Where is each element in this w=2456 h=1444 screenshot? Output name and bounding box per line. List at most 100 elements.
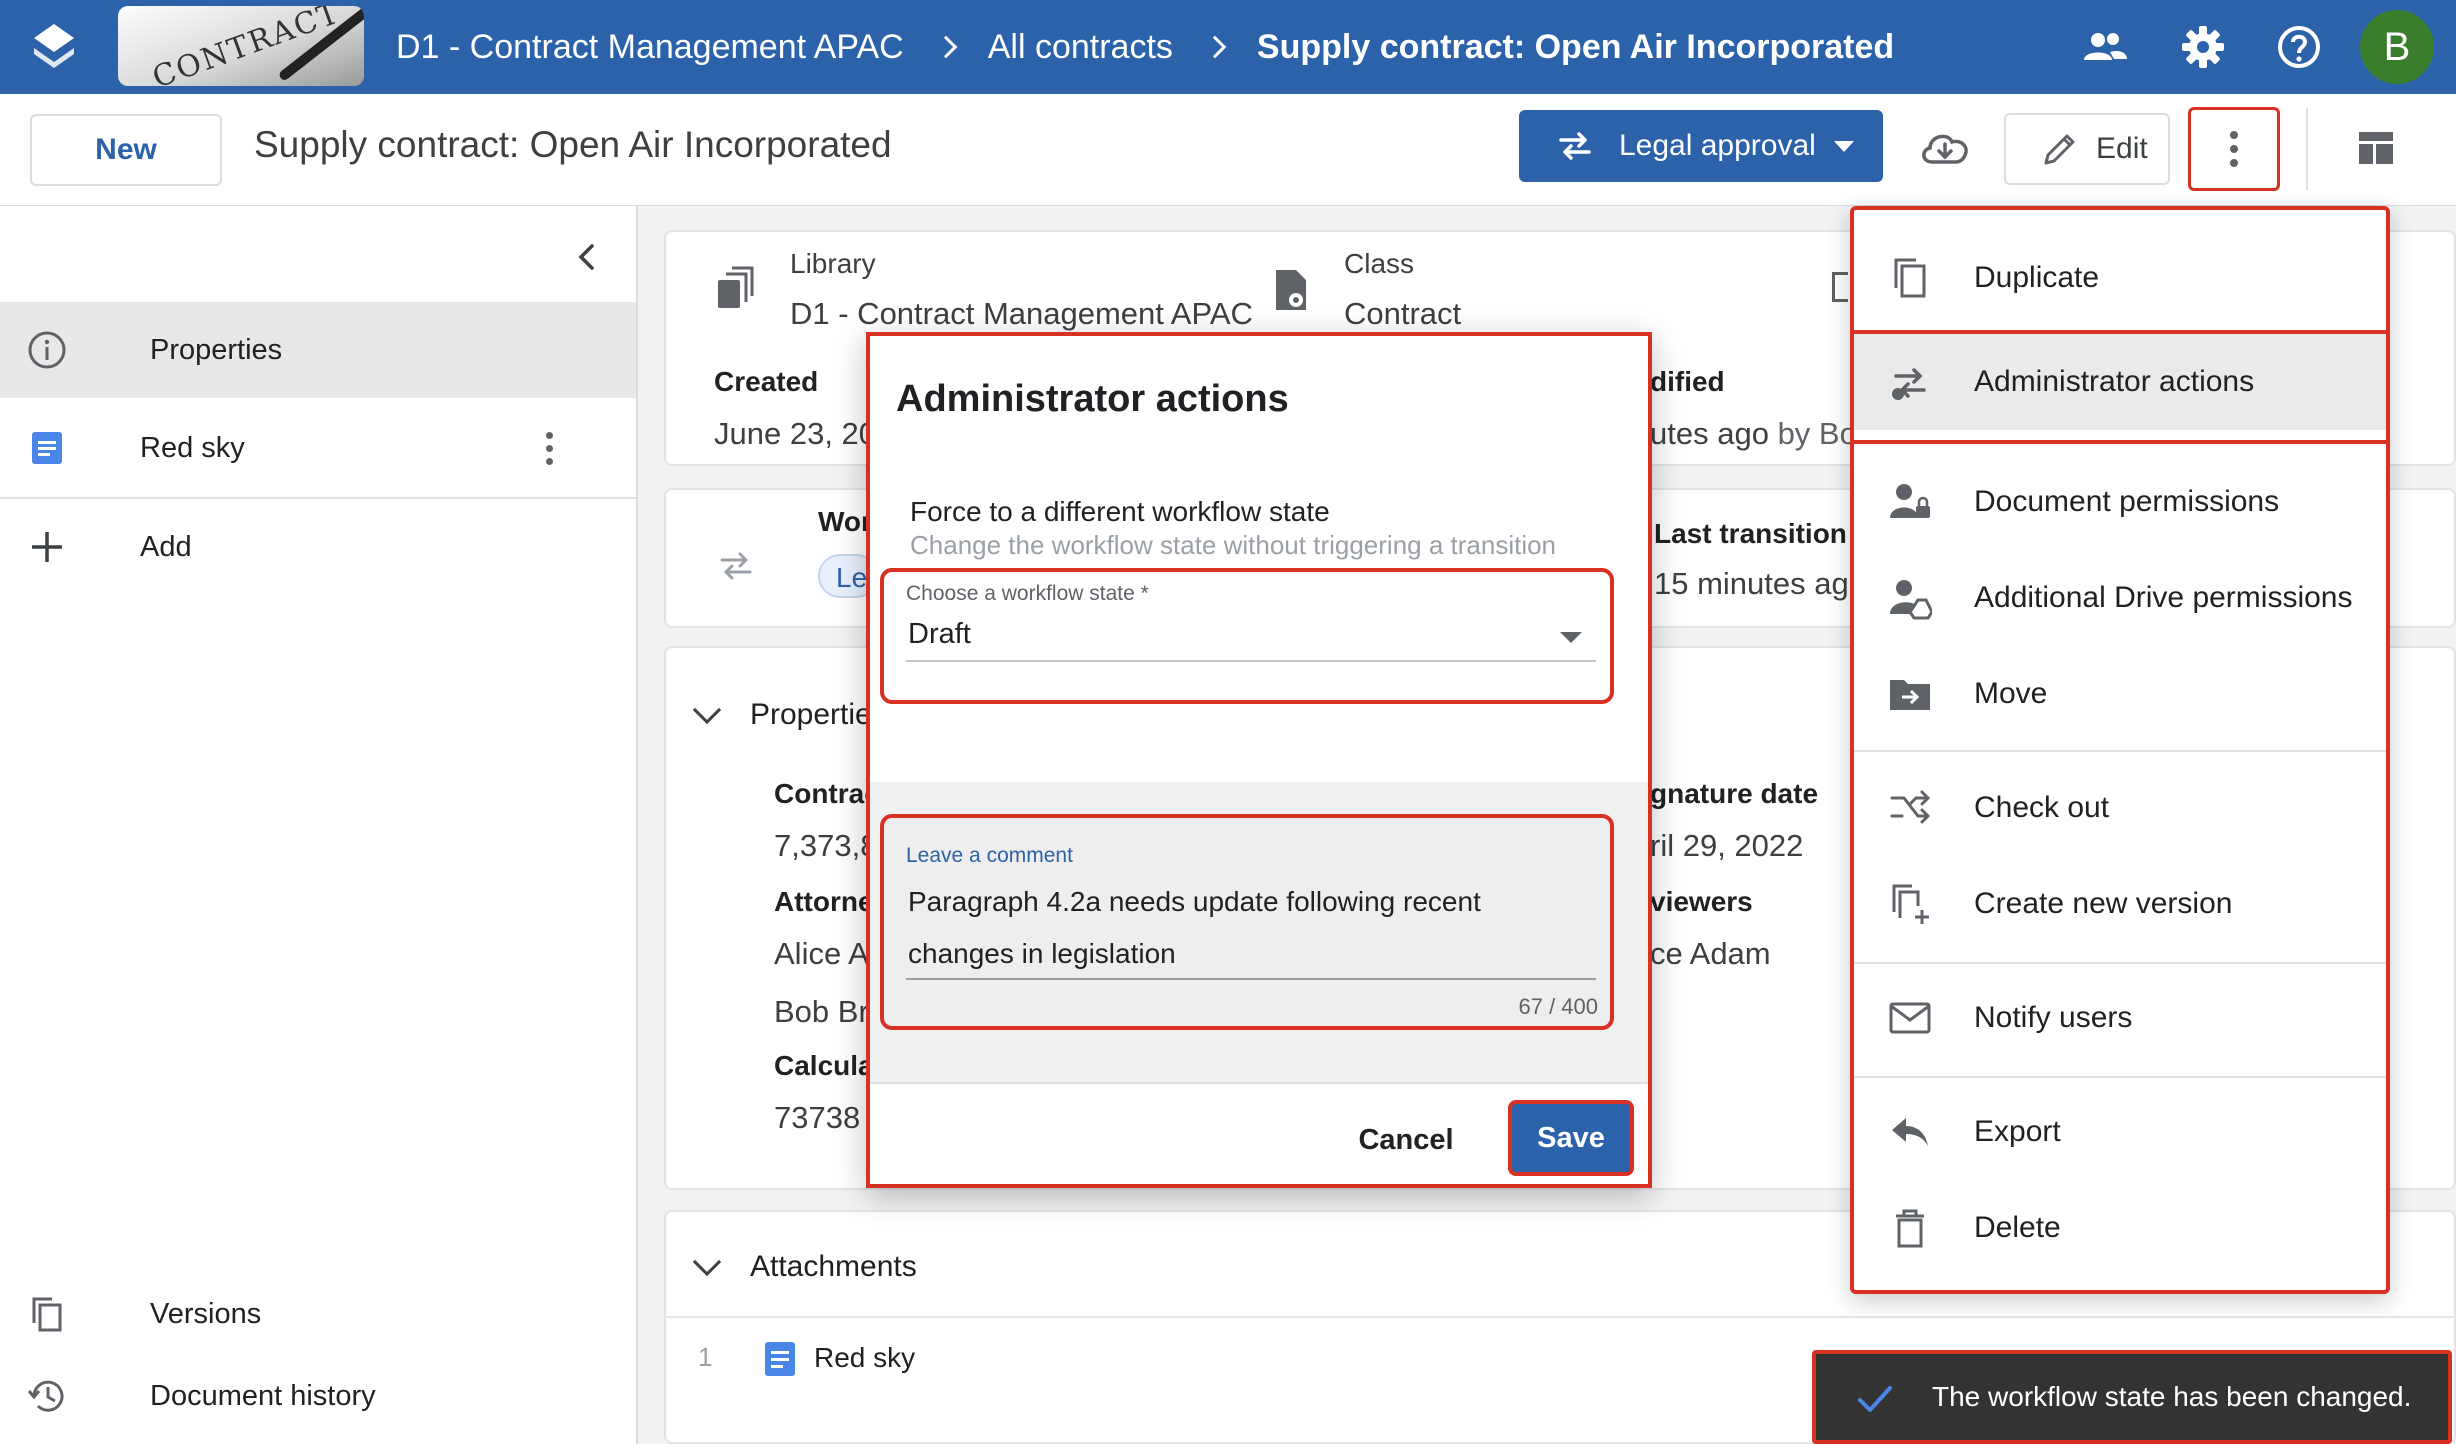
edit-button[interactable]: Edit [2004, 113, 2170, 185]
breadcrumb-current-document: Supply contract: Open Air Incorporated [1256, 27, 1895, 66]
menu-divider [1854, 1076, 2386, 1078]
breadcrumb-library[interactable]: D1 - Contract Management APAC [396, 28, 904, 67]
user-avatar[interactable]: B [2360, 10, 2434, 84]
versions-icon [32, 1297, 62, 1332]
plus-icon [32, 532, 62, 562]
people-icon[interactable] [2080, 22, 2130, 72]
modified-time: utes ago [1650, 416, 1769, 451]
comment-textarea[interactable]: Leave a comment Paragraph 4.2a needs upd… [880, 814, 1614, 1030]
history-icon [27, 1380, 64, 1412]
character-counter: 67 / 400 [1518, 994, 1598, 1019]
sidebar-item-document-history[interactable]: Document history [0, 1348, 636, 1444]
help-icon[interactable] [2274, 22, 2324, 72]
mail-icon [1889, 1002, 1931, 1034]
menu-item-check-out[interactable]: Check out [1854, 760, 2386, 856]
save-button[interactable]: Save [1508, 1100, 1634, 1176]
workflow-state-button[interactable]: Legal approval [1519, 110, 1883, 182]
pencil-icon [2044, 134, 2075, 165]
created-value: June 23, 20 [714, 416, 877, 451]
more-vert-icon[interactable] [546, 431, 553, 465]
menu-item-label: Notify users [1974, 1001, 2133, 1034]
trash-icon [1896, 1209, 1924, 1248]
menu-item-duplicate[interactable]: Duplicate [1854, 230, 2386, 326]
menu-item-move[interactable]: Move [1854, 646, 2386, 742]
collapse-sidebar-icon[interactable] [570, 240, 604, 274]
menu-item-label: Administrator actions [1974, 365, 2255, 398]
menu-item-create-new-version[interactable]: Create new version [1854, 856, 2386, 952]
sidebar-item-label: Versions [150, 1297, 262, 1330]
app-logo-icon[interactable] [30, 22, 78, 74]
menu-item-export[interactable]: Export [1854, 1084, 2386, 1180]
menu-item-label: Create new version [1974, 887, 2233, 920]
snackbar-message: The workflow state has been changed. [1932, 1381, 2412, 1412]
check-out-icon [1890, 790, 1931, 824]
document-permissions-icon [1890, 484, 1930, 518]
workflow-label: Wor [818, 506, 872, 537]
menu-item-administrator-actions[interactable]: Administrator actions [1854, 334, 2386, 430]
sidebar-item-red-sky[interactable]: Red sky [0, 400, 636, 496]
class-icon [1276, 270, 1306, 310]
settings-gear-icon[interactable] [2178, 22, 2228, 72]
check-icon [1858, 1386, 1892, 1412]
library-label: Library [790, 248, 876, 279]
admin-actions-icon [1892, 368, 1926, 400]
doc-icon [765, 1342, 795, 1376]
cancel-button[interactable]: Cancel [1336, 1108, 1476, 1172]
calculated-value: 73738 [774, 1100, 861, 1135]
contract-value: 7,373,8 [774, 828, 878, 863]
workflow-state-select[interactable]: Choose a workflow state * Draft [880, 568, 1614, 704]
menu-item-document-permissions[interactable]: Document permissions [1854, 454, 2386, 550]
snackbar-notification: The workflow state has been changed. [1812, 1350, 2452, 1444]
class-label: Class [1344, 248, 1415, 279]
document-thumbnail: CONTRACT [118, 6, 364, 86]
administrator-actions-dialog: Administrator actions Force to a differe… [866, 332, 1652, 1188]
sidebar-item-properties[interactable]: Properties [0, 302, 636, 398]
more-actions-menu: Duplicate Administrator actions Document… [1850, 206, 2390, 1294]
workflow-icon [720, 552, 752, 580]
menu-divider [1854, 750, 2386, 752]
library-value: D1 - Contract Management APAC [790, 296, 1253, 331]
attachment-index: 1 [698, 1342, 713, 1372]
signature-date-value: ril 29, 2022 [1650, 828, 1804, 863]
menu-item-label: Document permissions [1974, 485, 2280, 518]
properties-heading[interactable]: Propertie [750, 698, 872, 732]
workflow-state-label: Legal approval [1619, 129, 1816, 162]
menu-item-delete[interactable]: Delete [1854, 1180, 2386, 1276]
comment-text: Paragraph 4.2a needs update following re… [908, 886, 1481, 969]
dropdown-arrow-icon [1560, 632, 1582, 643]
new-button[interactable]: New [30, 114, 222, 186]
contract-value-label: Contrac [774, 778, 880, 809]
sidebar-item-label: Properties [150, 333, 283, 366]
attachments-heading[interactable]: Attachments [750, 1250, 917, 1284]
layout-panel-icon[interactable] [2356, 128, 2396, 168]
new-version-icon [1892, 884, 1929, 924]
modified-value: utes ago by Bob [1650, 416, 1874, 452]
chevron-right-icon [934, 35, 958, 59]
last-transition-label: Last transition [1654, 518, 1847, 549]
dialog-divider [870, 1082, 1648, 1084]
menu-item-label: Additional Drive permissions [1974, 581, 2353, 614]
workflow-transition-icon [1559, 132, 1591, 160]
comment-underline [906, 978, 1596, 980]
menu-item-notify-users[interactable]: Notify users [1854, 970, 2386, 1066]
select-value: Draft [908, 618, 971, 650]
cloud-download-icon[interactable] [1918, 124, 1972, 170]
modified-label: dified [1650, 366, 1725, 397]
drive-permissions-icon [1890, 580, 1932, 620]
breadcrumb: D1 - Contract Management APAC All contra… [396, 0, 1894, 94]
doc-icon [32, 432, 62, 464]
select-underline [906, 660, 1596, 662]
library-icon [718, 266, 754, 308]
more-actions-button[interactable] [2188, 107, 2280, 191]
attachment-name[interactable]: Red sky [814, 1342, 915, 1374]
sidebar-item-add[interactable]: Add [0, 499, 636, 595]
export-icon [1892, 1118, 1928, 1146]
menu-item-label: Delete [1974, 1211, 2061, 1244]
breadcrumb-all-contracts[interactable]: All contracts [988, 28, 1173, 67]
toolbar-divider [2306, 108, 2308, 190]
created-label: Created [714, 366, 819, 397]
top-app-bar: CONTRACT D1 - Contract Management APAC A… [0, 0, 2456, 94]
more-vert-icon [2230, 131, 2238, 139]
menu-item-additional-drive-permissions[interactable]: Additional Drive permissions [1854, 550, 2386, 646]
menu-item-label: Export [1974, 1115, 2061, 1148]
